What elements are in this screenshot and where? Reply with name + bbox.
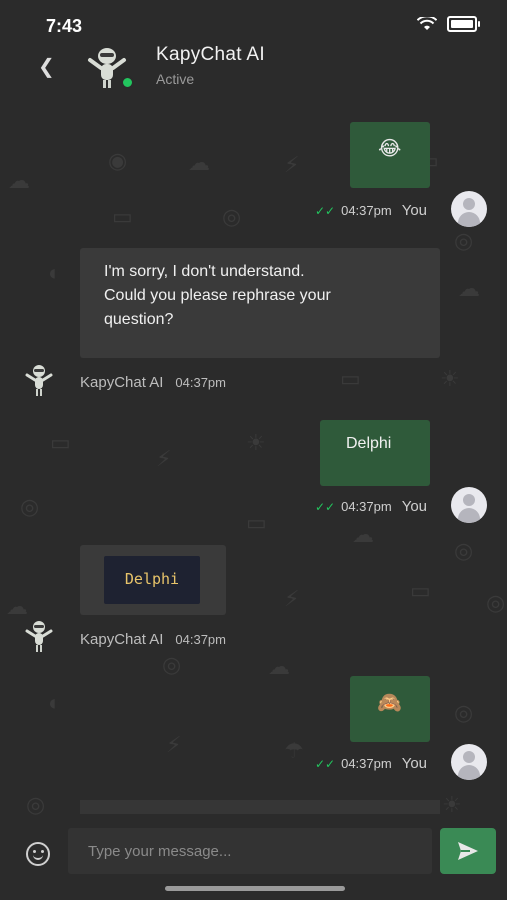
chat-title: KapyChat AI <box>156 44 265 65</box>
message-time: 04:37pm <box>341 499 392 514</box>
battery-icon <box>447 16 480 32</box>
message-meta: KapyChat AI 04:37pm <box>80 374 226 391</box>
emoji-icon[interactable] <box>26 842 50 866</box>
code-block: Delphi <box>104 556 200 604</box>
message-emoji: 🙈 <box>377 692 402 714</box>
user-avatar-icon[interactable] <box>451 191 487 227</box>
send-button[interactable] <box>440 828 496 874</box>
status-icons <box>417 16 480 32</box>
user-avatar-icon[interactable] <box>451 487 487 523</box>
chat-status: Active <box>156 71 195 87</box>
message-time: 04:37pm <box>175 375 226 390</box>
online-status-dot <box>121 76 134 89</box>
message-meta: ✓✓ 04:37pm You <box>315 498 427 515</box>
wifi-icon <box>417 17 437 30</box>
bot-avatar-icon <box>25 621 53 652</box>
message-time: 04:37pm <box>175 632 226 647</box>
message-text: I'm sorry, I don't understand. Could you… <box>104 260 331 332</box>
status-bar: 7:43 <box>0 0 507 40</box>
incoming-message-bubble[interactable]: I'm sorry, I don't understand. Could you… <box>80 248 440 358</box>
message-meta: ✓✓ 04:37pm You <box>315 755 427 772</box>
message-text: Delphi <box>346 435 392 452</box>
double-check-icon: ✓✓ <box>314 499 336 514</box>
message-input[interactable] <box>68 828 432 874</box>
message-sender: You <box>401 498 427 515</box>
message-time: 04:37pm <box>341 756 392 771</box>
message-sender: You <box>401 755 427 772</box>
code-text: Delphi <box>124 570 180 588</box>
status-time: 7:43 <box>46 16 83 36</box>
home-indicator <box>165 886 345 891</box>
double-check-icon: ✓✓ <box>314 203 336 218</box>
message-composer <box>0 822 507 882</box>
message-line: Could you please rephrase your <box>104 287 331 304</box>
message-time: 04:37pm <box>341 203 392 218</box>
scroll-fade <box>80 800 440 814</box>
message-sender: You <box>401 202 427 219</box>
outgoing-message-bubble[interactable]: 🙈 <box>350 676 430 742</box>
double-check-icon: ✓✓ <box>314 756 336 771</box>
chat-header: ❮ KapyChat AI Active <box>0 40 507 100</box>
message-sender: KapyChat AI <box>80 631 164 648</box>
user-avatar-icon[interactable] <box>451 744 487 780</box>
send-icon <box>458 842 478 860</box>
message-sender: KapyChat AI <box>80 374 164 391</box>
message-meta: KapyChat AI 04:37pm <box>80 631 226 648</box>
outgoing-message-bubble[interactable]: Delphi <box>320 420 430 486</box>
message-line: question? <box>104 311 174 328</box>
outgoing-message-bubble[interactable]: 😂 <box>350 122 430 188</box>
message-meta: ✓✓ 04:37pm You <box>315 202 427 219</box>
message-line: I'm sorry, I don't understand. <box>104 263 305 280</box>
back-chevron-icon[interactable]: ❮ <box>38 54 55 79</box>
bot-avatar-icon <box>25 365 53 396</box>
message-emoji: 😂 <box>378 138 402 160</box>
